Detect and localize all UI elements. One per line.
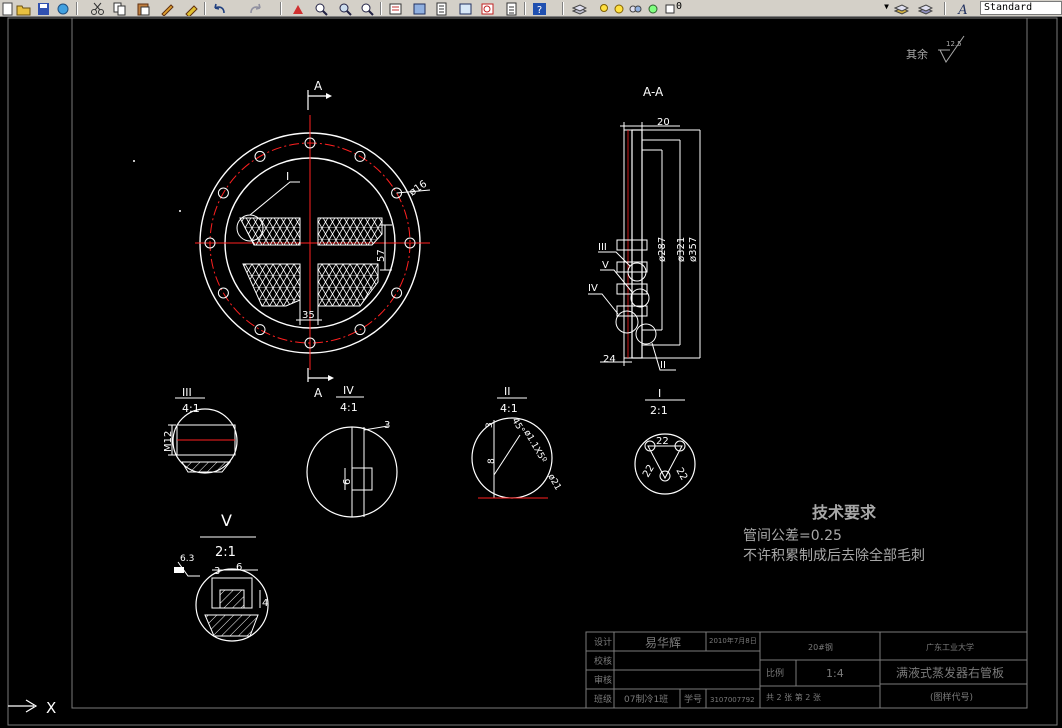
tb-university: 广东工业大学 bbox=[926, 642, 974, 652]
calculator-icon[interactable] bbox=[504, 1, 519, 16]
detail-v-dim-3: 3 bbox=[214, 566, 220, 577]
detail-ii-dim-8: 8 bbox=[487, 458, 497, 464]
tb-designer: 易华辉 bbox=[645, 636, 681, 650]
plot-icon[interactable] bbox=[56, 1, 71, 15]
detail-i-callout-label: I bbox=[286, 170, 289, 183]
detail-v-roughness: 6.3 bbox=[180, 554, 194, 564]
finish-other-label: 其余 bbox=[906, 47, 928, 61]
pan-icon[interactable] bbox=[290, 1, 305, 15]
design-center-icon[interactable] bbox=[412, 1, 427, 15]
make-current-layer-icon[interactable] bbox=[893, 1, 910, 15]
callout-v: V bbox=[602, 260, 609, 271]
tech-req-line2: 不许积累制成后去除全部毛刺 bbox=[743, 547, 925, 564]
new-icon[interactable] bbox=[0, 1, 15, 16]
detail-iii-label: III bbox=[182, 386, 192, 399]
tb-class: 07制冷1班 bbox=[624, 693, 668, 705]
tb-drawing-code: (图样代号) bbox=[930, 691, 973, 703]
text-style-dropdown[interactable]: Standard bbox=[980, 1, 1062, 15]
layer-manager-icon[interactable] bbox=[571, 1, 588, 15]
detail-iv-label: IV bbox=[343, 384, 354, 397]
tb-label-student-no: 学号 bbox=[684, 693, 702, 705]
sheet-set-icon[interactable] bbox=[458, 1, 473, 15]
detail-i-dim-22: 22 bbox=[656, 436, 669, 447]
tb-material: 20#钢 bbox=[808, 642, 833, 652]
tb-label-design: 设计 bbox=[594, 636, 612, 648]
text-style-icon[interactable]: A bbox=[956, 1, 971, 18]
match-properties-icon[interactable] bbox=[160, 1, 175, 17]
paste-icon[interactable] bbox=[136, 1, 151, 16]
callout-ii: II bbox=[660, 360, 666, 371]
finish-value: 12.5 bbox=[946, 40, 962, 48]
section-view-title: A-A bbox=[643, 85, 664, 99]
model-space-background bbox=[0, 17, 1062, 728]
tb-date: 2010年7月8日 bbox=[709, 636, 757, 645]
detail-iv-dim-3: 3 bbox=[384, 420, 390, 431]
copy-icon[interactable] bbox=[112, 1, 127, 16]
zoom-previous-icon[interactable] bbox=[360, 1, 375, 16]
tb-label-review: 校核 bbox=[594, 655, 612, 667]
dim-d287: ø287 bbox=[657, 237, 668, 262]
drawing-canvas[interactable]: 其余 12.5 A A I ø16 57 35 A-A 20 ø287 ø321… bbox=[0, 17, 1062, 728]
detail-iv-dim-6: 6 bbox=[342, 479, 353, 485]
detail-iii-dim-m12: M12 bbox=[163, 431, 174, 452]
dim-35: 35 bbox=[302, 310, 315, 321]
cut-icon[interactable] bbox=[90, 1, 105, 15]
layer-value: 0 bbox=[676, 1, 683, 12]
svg-text:A: A bbox=[957, 3, 967, 16]
tb-part-name: 满液式蒸发器右管板 bbox=[896, 665, 1004, 680]
tb-sheet-info: 共 2 张 第 2 张 bbox=[766, 692, 821, 702]
layer-dropdown[interactable]: 0 ▼ bbox=[673, 1, 890, 15]
dim-57: 57 bbox=[376, 249, 387, 262]
standard-toolbar: ? 0 ▼ A Standard bbox=[0, 0, 1062, 18]
dim-d321: ø321 bbox=[676, 237, 687, 262]
match-properties-icon-2[interactable] bbox=[184, 1, 199, 18]
detail-v-scale: 2:1 bbox=[215, 545, 236, 560]
markup-icon[interactable] bbox=[480, 1, 495, 15]
layer-thaw-icon bbox=[612, 1, 627, 15]
open-icon[interactable] bbox=[16, 1, 31, 16]
layer-on-icon bbox=[597, 1, 612, 15]
detail-v-label: V bbox=[221, 511, 232, 530]
tech-req-line1: 管间公差=0.25 bbox=[743, 528, 842, 544]
detail-i-label: I bbox=[658, 387, 661, 400]
layer-lock-icon bbox=[628, 1, 643, 15]
detail-iii-scale: 4:1 bbox=[182, 402, 200, 415]
svg-text:?: ? bbox=[537, 5, 542, 16]
text-style-value: Standard bbox=[984, 2, 1033, 13]
tb-scale: 1:4 bbox=[826, 667, 844, 680]
undo-icon[interactable] bbox=[212, 1, 227, 15]
help-icon[interactable]: ? bbox=[532, 1, 547, 16]
ucs-x-label: X bbox=[46, 699, 56, 717]
tech-req-title: 技术要求 bbox=[812, 503, 877, 522]
properties-icon[interactable] bbox=[388, 1, 403, 15]
callout-iv: IV bbox=[588, 283, 598, 294]
detail-i-scale: 2:1 bbox=[650, 404, 668, 417]
detail-ii-scale: 4:1 bbox=[500, 402, 518, 415]
layer-color-icon bbox=[646, 1, 661, 15]
dim-20: 20 bbox=[657, 117, 670, 128]
tb-label-class: 班级 bbox=[594, 693, 612, 705]
tb-label-scale: 比例 bbox=[766, 667, 784, 679]
detail-ii-label: II bbox=[504, 385, 511, 398]
section-label-a-top: A bbox=[314, 79, 323, 93]
save-icon[interactable] bbox=[36, 1, 51, 15]
detail-iv-scale: 4:1 bbox=[340, 401, 358, 414]
detail-v-dim-6: 6 bbox=[236, 562, 242, 573]
zoom-realtime-icon[interactable] bbox=[314, 1, 329, 16]
dim-24: 24 bbox=[603, 354, 616, 365]
tool-palettes-icon[interactable] bbox=[434, 1, 449, 16]
callout-iii: III bbox=[598, 242, 607, 253]
redo-icon[interactable] bbox=[248, 1, 263, 15]
zoom-window-icon[interactable] bbox=[338, 1, 353, 16]
chevron-down-icon: ▼ bbox=[884, 2, 889, 11]
detail-v-dim-4: 4 bbox=[262, 598, 268, 609]
layer-previous-icon[interactable] bbox=[917, 1, 934, 15]
section-label-a-bottom: A bbox=[314, 386, 323, 400]
tb-label-audit: 审核 bbox=[594, 674, 612, 686]
dim-d357: ø357 bbox=[688, 237, 699, 262]
tb-student-no: 3107007792 bbox=[710, 696, 755, 704]
detail-ii-dim-3: 3 bbox=[485, 422, 495, 428]
